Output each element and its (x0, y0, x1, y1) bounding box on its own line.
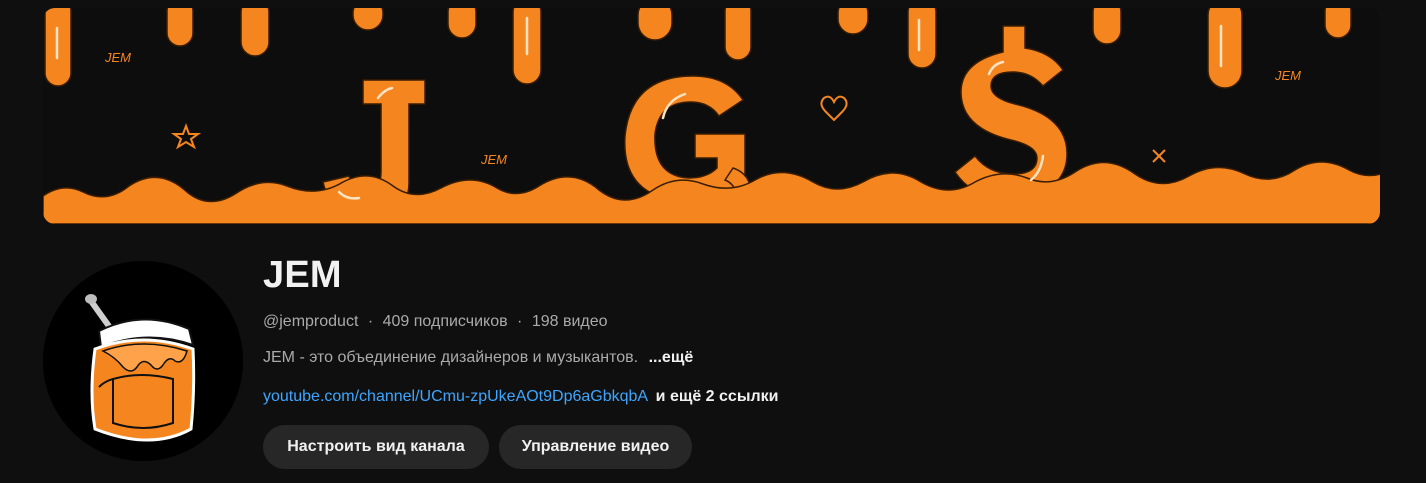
video-count: 198 видео (531, 313, 608, 330)
description-more-link[interactable]: ...ещё (649, 349, 694, 366)
banner-artwork: JEM JEM JEM (43, 8, 1380, 224)
customize-channel-button[interactable]: Настроить вид канала (263, 425, 489, 469)
channel-links: youtube.com/channel/UCmu-zpUkeAOt9Dp6aGb… (263, 388, 779, 406)
jam-jar-icon (43, 261, 243, 461)
svg-text:JEM: JEM (1274, 68, 1301, 83)
manage-videos-button[interactable]: Управление видео (499, 425, 692, 469)
subscriber-count: 409 подписчиков (382, 313, 508, 330)
channel-handle: @jemproduct (263, 313, 359, 330)
channel-url-link[interactable]: youtube.com/channel/UCmu-zpUkeAOt9Dp6aGb… (263, 388, 647, 405)
svg-text:JEM: JEM (104, 50, 131, 65)
channel-banner: JEM JEM JEM (43, 8, 1380, 224)
channel-info: JEM @jemproduct · 409 подписчиков · 198 … (263, 250, 779, 469)
meta-separator: · (517, 313, 523, 330)
svg-text:JEM: JEM (480, 152, 507, 167)
channel-avatar[interactable] (43, 261, 243, 461)
description-text: JEM - это объединение дизайнеров и музык… (263, 349, 639, 366)
meta-separator: · (367, 313, 374, 330)
channel-meta: @jemproduct · 409 подписчиков · 198 виде… (263, 313, 608, 331)
more-links-button[interactable]: и ещё 2 ссылки (656, 388, 779, 405)
channel-description[interactable]: JEM - это объединение дизайнеров и музык… (263, 349, 693, 367)
channel-page: JEM JEM JEM JEM @jemproduct · 409 подпис… (0, 0, 1426, 483)
channel-name: JEM (263, 254, 342, 296)
